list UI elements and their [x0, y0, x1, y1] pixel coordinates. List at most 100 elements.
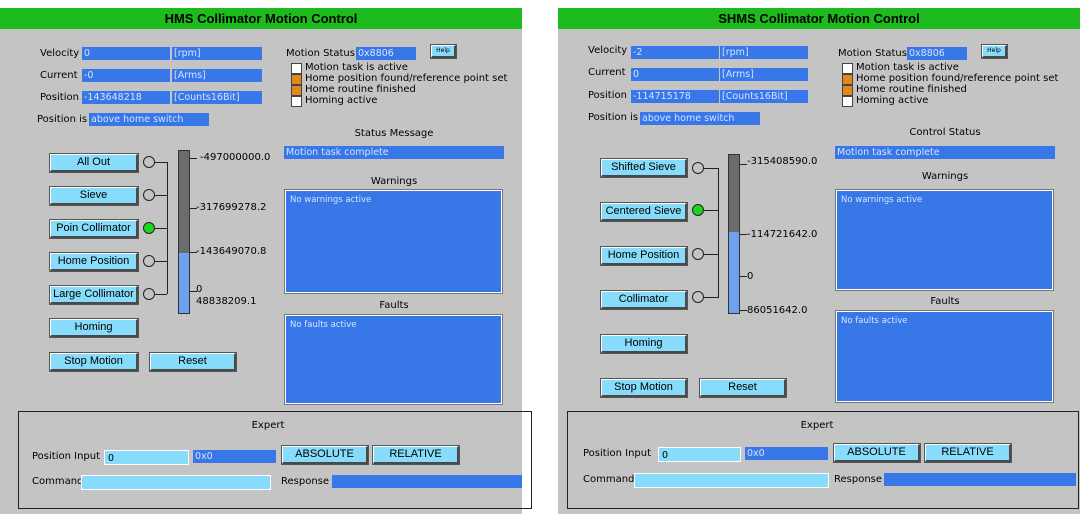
shifted-sieve-connector [704, 168, 718, 169]
control-status-header: Control Status [909, 127, 981, 138]
poin-collimator-button[interactable]: Poin Collimator [49, 219, 139, 239]
shifted-sieve-button[interactable]: Shifted Sieve [600, 158, 688, 178]
flag-homing-active-label: Homing active [305, 95, 378, 106]
reset-button[interactable]: Reset [699, 378, 787, 398]
sieve-button[interactable]: Sieve [49, 186, 139, 206]
faults-box: No faults active [835, 310, 1054, 403]
tick-3 [740, 310, 747, 311]
scale-label-3: 0 [196, 284, 203, 295]
stop-motion-button[interactable]: Stop Motion [49, 352, 139, 372]
current-readout: -0 [82, 69, 170, 82]
scale-connector-line [167, 162, 168, 294]
collimator-connector [704, 297, 718, 298]
status-message-header: Status Message [354, 128, 434, 139]
home-position-button[interactable]: Home Position [600, 246, 688, 266]
flag-motion-active-checkbox [842, 63, 853, 74]
sieve-indicator [143, 189, 155, 201]
relative-button[interactable]: RELATIVE [372, 445, 460, 465]
scale-label-2: 0 [747, 271, 754, 282]
absolute-button[interactable]: ABSOLUTE [281, 445, 369, 465]
scale-label-4: 48838209.1 [196, 296, 257, 307]
position-input-hex: 0x0 [193, 450, 276, 463]
tick-0 [740, 164, 747, 165]
faults-header: Faults [930, 296, 960, 307]
help-button[interactable]: Help [981, 44, 1008, 59]
motion-status-label: Motion Status [838, 48, 907, 59]
collimator-button[interactable]: Collimator [600, 290, 688, 310]
large-collimator-button[interactable]: Large Collimator [49, 285, 139, 305]
position-is-readout: above home switch [89, 113, 209, 126]
current-unit: [Arms] [172, 69, 262, 82]
position-bar [728, 154, 740, 314]
all-out-connector [155, 162, 167, 163]
reset-button[interactable]: Reset [149, 352, 237, 372]
scale-label-1: -317699278.2 [196, 202, 267, 213]
position-unit: [Counts16Bit] [720, 90, 808, 103]
expert-header: Expert [800, 420, 834, 431]
scale-label-1: -114721642.0 [747, 229, 818, 240]
tick-1 [740, 234, 747, 235]
homing-button[interactable]: Homing [600, 334, 688, 354]
velocity-readout: -2 [631, 46, 719, 59]
poin-collimator-connector [155, 228, 167, 229]
flag-home-finished-checkbox [842, 85, 853, 96]
hms-title: HMS Collimator Motion Control [0, 8, 522, 29]
all-out-button[interactable]: All Out [49, 153, 139, 173]
position-label: Position [588, 90, 627, 101]
flag-homing-active-checkbox [291, 96, 302, 107]
command-label: Command [32, 476, 84, 487]
faults-box: No faults active [284, 314, 503, 405]
position-is-readout: above home switch [640, 112, 760, 125]
centered-sieve-connector [704, 210, 718, 211]
position-input-field[interactable]: 0 [104, 450, 189, 465]
position-bar-fill [729, 232, 739, 313]
shifted-sieve-indicator [692, 162, 704, 174]
control-status-readout: Motion task complete [835, 146, 1055, 159]
position-input-label: Position Input [32, 451, 101, 462]
velocity-readout: 0 [82, 47, 170, 60]
shms-panel: SHMS Collimator Motion Control Velocity … [558, 8, 1080, 514]
command-input[interactable] [81, 475, 271, 490]
centered-sieve-button[interactable]: Centered Sieve [600, 202, 688, 222]
command-label: Command [583, 474, 635, 485]
stop-motion-button[interactable]: Stop Motion [600, 378, 688, 398]
warnings-box: No warnings active [284, 189, 503, 294]
response-readout [884, 473, 1076, 486]
scale-label-0: -497000000.0 [200, 152, 271, 163]
position-readout: -114715178 [631, 90, 719, 103]
position-is-label: Position is [37, 114, 88, 125]
help-button[interactable]: Help [430, 44, 457, 59]
relative-button[interactable]: RELATIVE [924, 443, 1012, 463]
motion-status-label: Motion Status [286, 48, 355, 59]
velocity-unit: [rpm] [720, 46, 808, 59]
current-label: Current [588, 67, 626, 78]
response-readout [332, 475, 522, 488]
home-position-connector [704, 254, 718, 255]
current-readout: 0 [631, 68, 719, 81]
warnings-header: Warnings [921, 171, 969, 182]
tick-0 [190, 158, 197, 159]
home-position-indicator [143, 255, 155, 267]
warnings-header: Warnings [370, 176, 418, 187]
response-label: Response [834, 474, 883, 485]
sieve-connector [155, 195, 167, 196]
shms-title: SHMS Collimator Motion Control [558, 8, 1080, 29]
position-readout: -143648218 [82, 91, 170, 104]
position-bar-fill [179, 253, 189, 313]
scale-label-3: 86051642.0 [747, 305, 808, 316]
flag-home-finished-checkbox [291, 85, 302, 96]
command-input[interactable] [634, 473, 829, 488]
hms-panel: HMS Collimator Motion Control Velocity 0… [0, 8, 532, 514]
home-position-button[interactable]: Home Position [49, 252, 139, 272]
flag-homing-active-label: Homing active [856, 95, 929, 106]
home-position-connector [155, 261, 167, 262]
absolute-button[interactable]: ABSOLUTE [833, 443, 921, 463]
position-input-field[interactable]: 0 [658, 447, 741, 462]
large-collimator-connector [155, 294, 167, 295]
homing-button[interactable]: Homing [49, 318, 139, 338]
velocity-label: Velocity [588, 45, 628, 56]
scale-label-2: -143649070.8 [196, 246, 267, 257]
flag-homing-active-checkbox [842, 96, 853, 107]
position-input-hex: 0x0 [745, 447, 828, 460]
position-unit: [Counts16Bit] [172, 91, 262, 104]
